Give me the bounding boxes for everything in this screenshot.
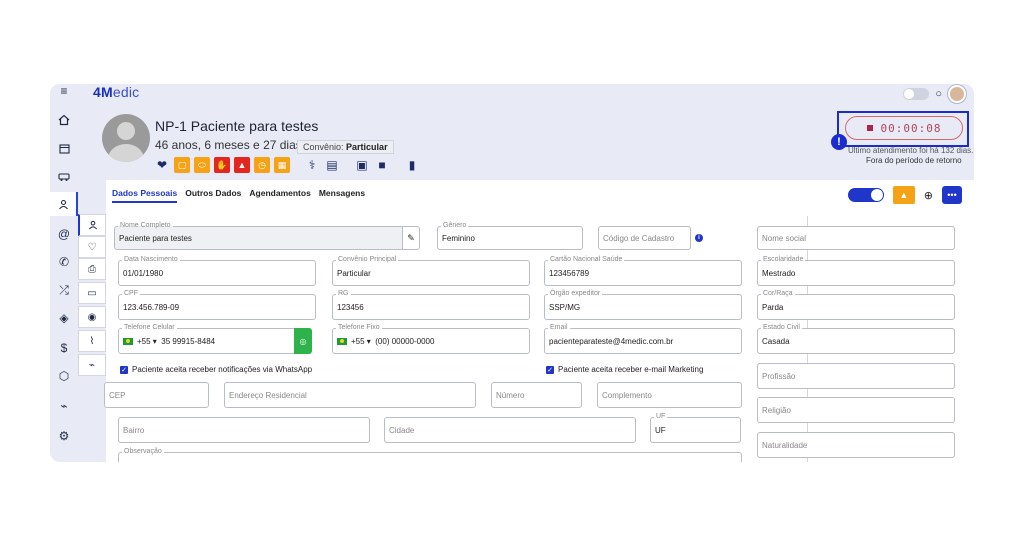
warning-icon[interactable]: ▲ xyxy=(234,157,250,173)
data-nascimento-field[interactable]: Data Nascimento 01/01/1980 xyxy=(118,256,316,286)
complemento-field[interactable]: Complemento xyxy=(597,382,742,408)
tab-mensagens[interactable]: Mensagens xyxy=(319,188,365,203)
tool-camera-icon[interactable]: ◉ xyxy=(78,306,106,328)
whatsapp-button[interactable]: ◎ xyxy=(294,328,312,354)
app-window: ≡ @ ✆ ⤮ ◈ $ ⬡ ⌁ ⚙ 4Medic ○ NP-1 Paciente… xyxy=(50,84,974,462)
naturalidade-field[interactable]: Naturalidade xyxy=(757,432,955,458)
cube-icon[interactable]: ⬡ xyxy=(50,364,78,388)
rg-field[interactable]: RG 123456 xyxy=(332,290,530,320)
uf-field[interactable]: UF UF xyxy=(650,413,741,443)
patient-age: 46 anos, 6 meses e 27 dias xyxy=(155,138,302,152)
app-logo: 4Medic xyxy=(93,84,140,100)
warning-button[interactable]: ▲ xyxy=(892,186,915,204)
nome-social-field[interactable]: Nome social xyxy=(757,226,955,250)
escolaridade-field[interactable]: Escolaridade Mestrado xyxy=(757,256,955,286)
user-avatar[interactable] xyxy=(948,85,966,103)
home-icon[interactable] xyxy=(50,108,78,132)
cartao-sus-field[interactable]: Cartão Nacional Saúde 123456789 xyxy=(544,256,742,286)
tool-chart-icon[interactable]: ⌁ xyxy=(78,354,106,376)
attendance-timer[interactable]: 00:00:08 xyxy=(845,116,963,140)
telefone-celular-field[interactable]: Telefone Celular +55 ▾ 35 99915-8484 xyxy=(118,324,296,354)
alert-icon[interactable]: ! xyxy=(831,134,847,150)
checkbox-checked-icon[interactable]: ✓ xyxy=(120,365,128,374)
at-sign-icon[interactable]: @ xyxy=(50,222,78,246)
more-options-button[interactable]: ••• xyxy=(942,186,962,204)
tool-folder-icon[interactable]: ▭ xyxy=(78,282,106,304)
genero-field[interactable]: Gênero Feminino xyxy=(437,222,583,250)
shuffle-icon[interactable]: ⤮ xyxy=(50,278,78,302)
observacao-field[interactable]: Observação xyxy=(118,448,742,462)
tool-person-icon[interactable] xyxy=(78,214,106,236)
brazil-flag-icon[interactable] xyxy=(123,337,133,345)
pill-icon[interactable]: ⬭ xyxy=(194,157,210,173)
timer-highlight: 00:00:08 xyxy=(837,111,969,147)
orgao-expedidor-field[interactable]: Órgão expeditor SSP/MG xyxy=(544,290,742,320)
tool-attachment-icon[interactable]: ⌇ xyxy=(78,330,106,352)
estado-civil-field[interactable]: Estado Civil Casada xyxy=(757,324,955,354)
patient-form-panel: Dados Pessoais Outros Dados Agendamentos… xyxy=(104,180,974,462)
profissao-field[interactable]: Profissão xyxy=(757,363,955,389)
cep-field[interactable]: CEP xyxy=(104,382,209,408)
cidade-field[interactable]: Cidade xyxy=(384,417,636,443)
hand-stop-icon[interactable]: ✋ xyxy=(214,157,230,173)
cor-raca-field[interactable]: Cor/Raça Parda xyxy=(757,290,955,320)
checkbox-checked-icon[interactable]: ✓ xyxy=(546,365,554,374)
form-controls: ▲ ⊕ ••• xyxy=(847,186,962,204)
tag-icon[interactable]: ◈ xyxy=(50,306,78,330)
car-icon[interactable] xyxy=(50,164,78,188)
email-field[interactable]: Email pacienteparateste@4medic.com.br xyxy=(544,324,742,354)
book-icon[interactable]: ▮ xyxy=(404,157,420,173)
info-icon[interactable]: i xyxy=(695,234,703,242)
numero-field[interactable]: Número xyxy=(491,382,582,408)
edit-name-button[interactable]: ✎ xyxy=(402,226,420,250)
tab-dados-pessoais[interactable]: Dados Pessoais xyxy=(112,188,178,203)
whatsapp-consent-checkbox[interactable]: ✓ Paciente aceita receber notificações v… xyxy=(120,365,312,374)
cpf-field[interactable]: CPF 123.456.789-09 xyxy=(118,290,316,320)
codigo-cadastro-field[interactable]: Código de Cadastro xyxy=(598,226,691,250)
clock-icon[interactable]: ◷ xyxy=(254,157,270,173)
globe-icon[interactable]: ⊕ xyxy=(924,189,933,202)
convenio-principal-field[interactable]: Convênio Principal Particular xyxy=(332,256,530,286)
tool-heartbeat-icon[interactable]: ♡ xyxy=(78,236,106,258)
email-consent-checkbox[interactable]: ✓ Paciente aceita receber e-mail Marketi… xyxy=(546,365,703,374)
tab-outros-dados[interactable]: Outros Dados xyxy=(185,188,241,203)
telefone-fixo-field[interactable]: Telefone Fixo +55 ▾ (00) 00000-0000 xyxy=(332,324,530,354)
heartbeat-icon[interactable]: ❤ xyxy=(154,157,170,173)
active-toggle[interactable] xyxy=(847,188,884,202)
chart-icon[interactable]: ⌁ xyxy=(50,394,78,418)
video-icon[interactable]: ■ xyxy=(374,157,390,173)
stethoscope-icon[interactable]: ⚕ xyxy=(304,157,320,173)
stop-icon[interactable] xyxy=(866,125,873,131)
document-icon[interactable]: ▤ xyxy=(324,157,340,173)
chat-icon[interactable]: ○ xyxy=(935,88,942,100)
clipboard-icon[interactable]: ▢ xyxy=(174,157,190,173)
tool-printer-icon[interactable]: ⎙ xyxy=(78,258,106,280)
gear-icon[interactable]: ⚙ xyxy=(50,424,78,448)
dollar-icon[interactable]: $ xyxy=(50,336,78,360)
return-period-note: Fora do período de retorno xyxy=(866,156,962,165)
bairro-field[interactable]: Bairro xyxy=(118,417,370,443)
religiao-field[interactable]: Religião xyxy=(757,397,955,423)
top-right-controls: ○ xyxy=(903,85,966,103)
phone-icon[interactable]: ✆ xyxy=(50,250,78,274)
patient-convenio: Convênio: Particular xyxy=(297,140,394,154)
menu-icon[interactable]: ≡ xyxy=(50,84,78,98)
last-visit-note: Último atendimento foi há 132 dias. xyxy=(848,146,974,155)
patient-photo xyxy=(102,114,150,162)
patient-action-bar: ❤ ▢ ⬭ ✋ ▲ ◷ ▦ ⚕ ▤ ▣ ■ ▮ xyxy=(154,156,420,174)
grid-icon[interactable]: ▦ xyxy=(274,157,290,173)
calendar-check-icon[interactable]: ▣ xyxy=(354,157,370,173)
endereco-field[interactable]: Endereço Residencial xyxy=(224,382,476,408)
patient-name: NP-1 Paciente para testes xyxy=(155,118,319,134)
tab-agendamentos[interactable]: Agendamentos xyxy=(249,188,310,203)
form-tabs: Dados Pessoais Outros Dados Agendamentos… xyxy=(112,188,365,203)
brazil-flag-icon[interactable] xyxy=(337,337,347,345)
main-sidebar: ≡ @ ✆ ⤮ ◈ $ ⬡ ⌁ ⚙ xyxy=(50,84,78,462)
calendar-icon[interactable] xyxy=(50,136,78,160)
nome-completo-field[interactable]: Nome Completo Paciente para testes xyxy=(114,222,404,250)
patients-icon[interactable] xyxy=(50,192,78,216)
theme-toggle[interactable] xyxy=(903,88,930,100)
